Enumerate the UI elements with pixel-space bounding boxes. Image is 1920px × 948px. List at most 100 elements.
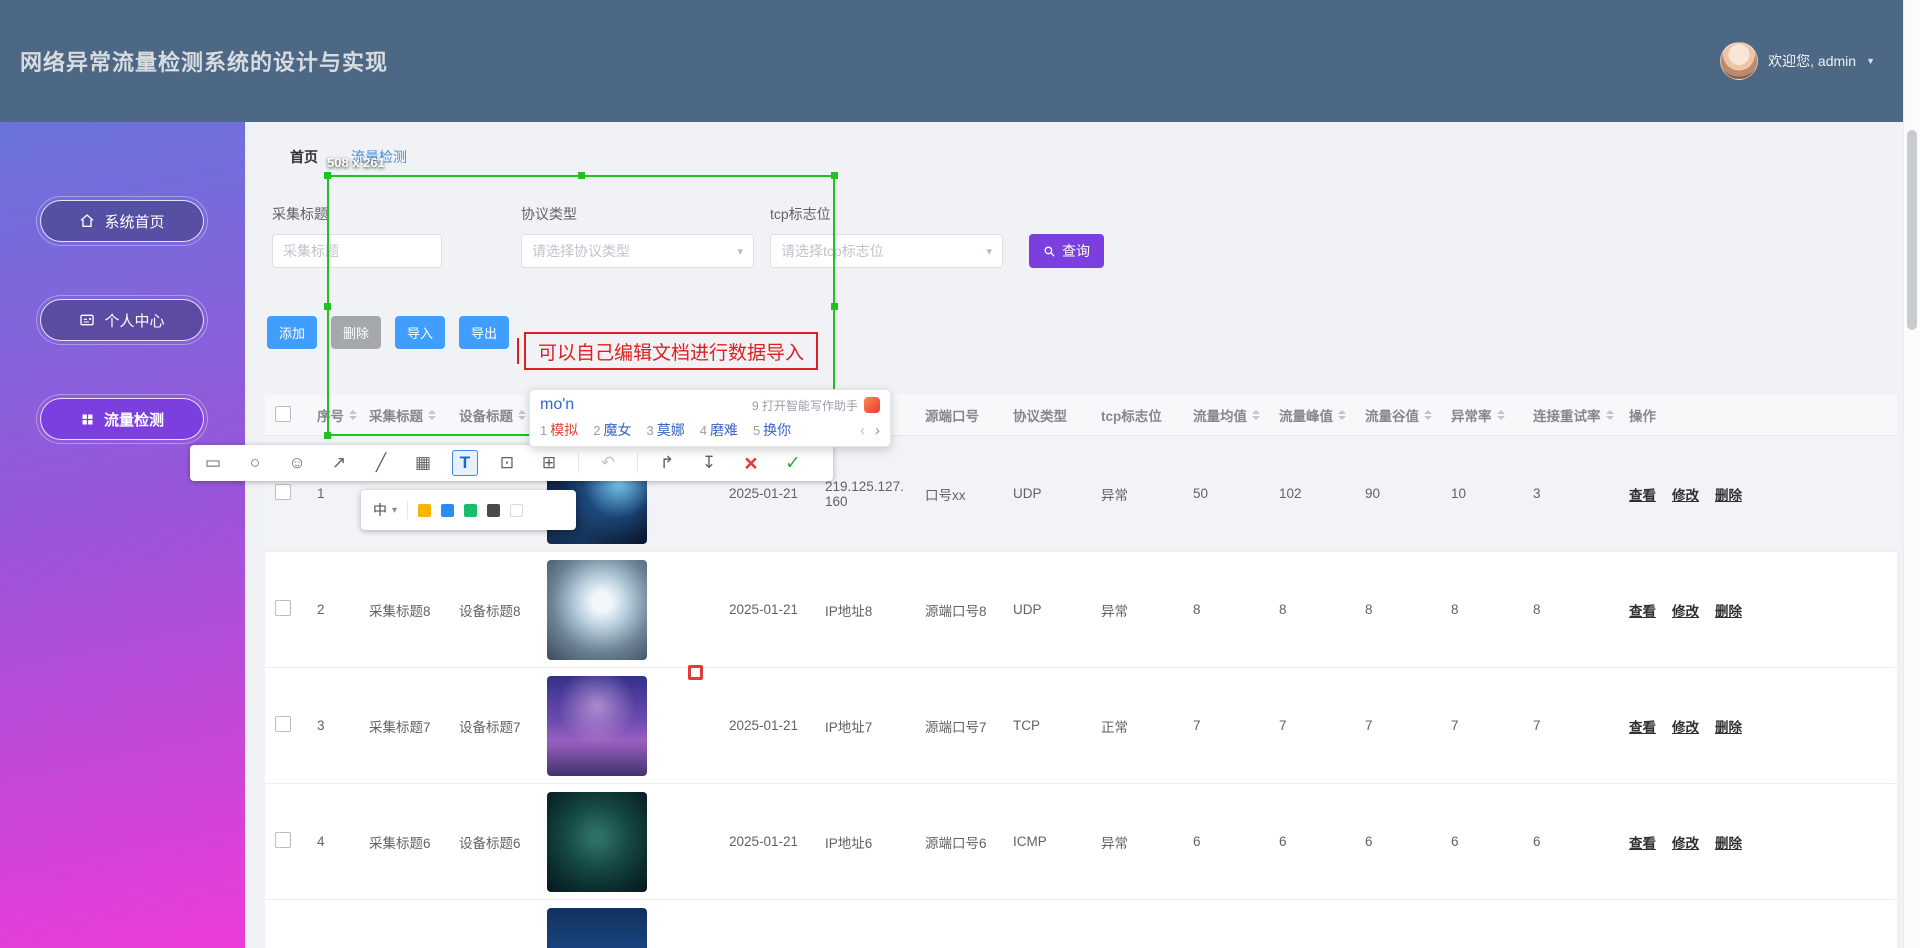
share-icon[interactable]: ↱ xyxy=(654,450,680,476)
annotation-box[interactable]: 可以自己编辑文档进行数据导入 xyxy=(524,332,818,370)
add-button[interactable]: 添加 xyxy=(267,316,317,349)
delete-link[interactable]: 删除 xyxy=(1715,604,1742,619)
selection-handle[interactable] xyxy=(831,303,838,310)
sort-icon[interactable] xyxy=(1338,406,1346,424)
row-checkbox[interactable] xyxy=(275,716,291,732)
text-tool-icon[interactable]: T xyxy=(452,450,478,476)
cell-anomaly: 8 xyxy=(1441,552,1523,668)
search-icon xyxy=(1043,245,1056,258)
font-size-dropdown[interactable]: 中 ▾ xyxy=(373,500,397,520)
select-all-checkbox[interactable] xyxy=(275,406,291,422)
cell-avg: 7 xyxy=(1183,668,1269,784)
edit-link[interactable]: 修改 xyxy=(1672,720,1699,735)
cell-device xyxy=(449,900,537,948)
view-link[interactable]: 查看 xyxy=(1629,604,1656,619)
capture-size-label: 508 x 261 xyxy=(327,155,385,170)
delete-link[interactable]: 删除 xyxy=(1715,836,1742,851)
sidebar-item-home[interactable]: 系统首页 xyxy=(40,200,204,242)
color-swatch-red[interactable] xyxy=(688,665,703,680)
stamp-tool-icon[interactable]: ⊡ xyxy=(494,450,520,476)
ime-candidate[interactable]: 5换你 xyxy=(753,420,791,440)
ime-assistant-hint[interactable]: 9 打开智能写作助手 xyxy=(752,397,880,414)
column-header-avg[interactable]: 流量均值 xyxy=(1193,405,1247,425)
line-tool-icon[interactable]: ╱ xyxy=(368,450,394,476)
arrow-tool-icon[interactable]: ↗ xyxy=(326,450,352,476)
cell-protocol: UDP xyxy=(1003,436,1091,552)
sidebar-item-profile[interactable]: 个人中心 xyxy=(40,299,204,341)
rect-tool-icon[interactable]: ▭ xyxy=(200,450,226,476)
mosaic-tool-icon[interactable]: ▦ xyxy=(410,450,436,476)
cell-device: 设备标题7 xyxy=(449,668,537,784)
ime-next-icon[interactable]: › xyxy=(875,422,880,439)
selection-handle[interactable] xyxy=(324,303,331,310)
row-checkbox[interactable] xyxy=(275,832,291,848)
view-link[interactable]: 查看 xyxy=(1629,488,1656,503)
ime-candidate[interactable]: 3莫娜 xyxy=(646,420,684,440)
scan-tool-icon[interactable]: ⊞ xyxy=(536,450,562,476)
column-header-port: 源端口号 xyxy=(925,409,979,424)
edit-link[interactable]: 修改 xyxy=(1672,604,1699,619)
search-button[interactable]: 查询 xyxy=(1029,234,1104,268)
color-swatch-green[interactable] xyxy=(464,504,477,517)
device-image xyxy=(547,560,647,660)
column-header-anomaly[interactable]: 异常率 xyxy=(1451,405,1492,425)
app-title: 网络异常流量检测系统的设计与实现 xyxy=(20,45,388,77)
avatar[interactable] xyxy=(1720,42,1758,80)
sidebar-item-traffic[interactable]: 流量检测 xyxy=(40,398,204,440)
cell-port: 口号xx xyxy=(915,436,1003,552)
delete-link[interactable]: 删除 xyxy=(1715,488,1742,503)
ime-prev-icon[interactable]: ‹ xyxy=(860,422,865,439)
row-checkbox[interactable] xyxy=(275,600,291,616)
candidate-word: 魔女 xyxy=(603,422,631,438)
save-icon[interactable]: ↧ xyxy=(696,450,722,476)
row-checkbox[interactable] xyxy=(275,484,291,500)
cell-ops: 查看 修改 删除 xyxy=(1619,552,1897,668)
cell-protocol: UDP xyxy=(1003,552,1091,668)
selection-handle[interactable] xyxy=(831,172,838,179)
cell-title xyxy=(359,900,449,948)
breadcrumb: 首页 流量检测 xyxy=(290,148,1897,167)
cell-title: 采集标题7 xyxy=(359,668,449,784)
cell-serial xyxy=(307,900,359,948)
column-header-peak[interactable]: 流量峰值 xyxy=(1279,405,1333,425)
sort-icon[interactable] xyxy=(1497,406,1505,424)
page-scrollbar[interactable] xyxy=(1903,0,1920,948)
cell-avg: 50 xyxy=(1183,436,1269,552)
toolbar-divider xyxy=(407,501,408,519)
sort-icon[interactable] xyxy=(1424,406,1432,424)
ime-candidate[interactable]: 4磨难 xyxy=(700,420,738,440)
confirm-icon[interactable]: ✓ xyxy=(780,450,806,476)
selection-handle[interactable] xyxy=(324,172,331,179)
view-link[interactable]: 查看 xyxy=(1629,720,1656,735)
breadcrumb-home[interactable]: 首页 xyxy=(290,148,318,167)
sort-icon[interactable] xyxy=(1606,406,1614,424)
selection-handle[interactable] xyxy=(324,432,331,439)
ellipse-tool-icon[interactable]: ○ xyxy=(242,450,268,476)
sort-icon[interactable] xyxy=(1252,406,1260,424)
edit-link[interactable]: 修改 xyxy=(1672,488,1699,503)
user-menu[interactable]: 欢迎您, admin ▼ xyxy=(1720,42,1875,80)
selection-handle[interactable] xyxy=(578,172,585,179)
color-swatch-white[interactable] xyxy=(510,504,523,517)
delete-link[interactable]: 删除 xyxy=(1715,720,1742,735)
cell-ip xyxy=(815,900,915,948)
cell-retry: 3 xyxy=(1523,436,1619,552)
color-swatch-blue[interactable] xyxy=(441,504,454,517)
ime-candidate[interactable]: 2魔女 xyxy=(593,420,631,440)
cell-anomaly: 10 xyxy=(1441,436,1523,552)
color-swatch-gray[interactable] xyxy=(487,504,500,517)
cell-peak: 7 xyxy=(1269,668,1355,784)
edit-link[interactable]: 修改 xyxy=(1672,836,1699,851)
column-header-valley[interactable]: 流量谷值 xyxy=(1365,405,1419,425)
column-header-retry[interactable]: 连接重试率 xyxy=(1533,405,1601,425)
emoji-tool-icon[interactable]: ☺ xyxy=(284,450,310,476)
cancel-icon[interactable]: × xyxy=(738,450,764,476)
ime-candidate[interactable]: 1模拟 xyxy=(540,420,578,440)
view-link[interactable]: 查看 xyxy=(1629,836,1656,851)
undo-icon[interactable]: ↶ xyxy=(595,450,621,476)
scrollbar-thumb[interactable] xyxy=(1907,130,1917,330)
cell-ops: 查看 修改 删除 xyxy=(1619,436,1897,552)
color-swatch-orange[interactable] xyxy=(418,504,431,517)
cell-anomaly: 6 xyxy=(1441,784,1523,900)
candidate-word: 模拟 xyxy=(550,422,578,438)
